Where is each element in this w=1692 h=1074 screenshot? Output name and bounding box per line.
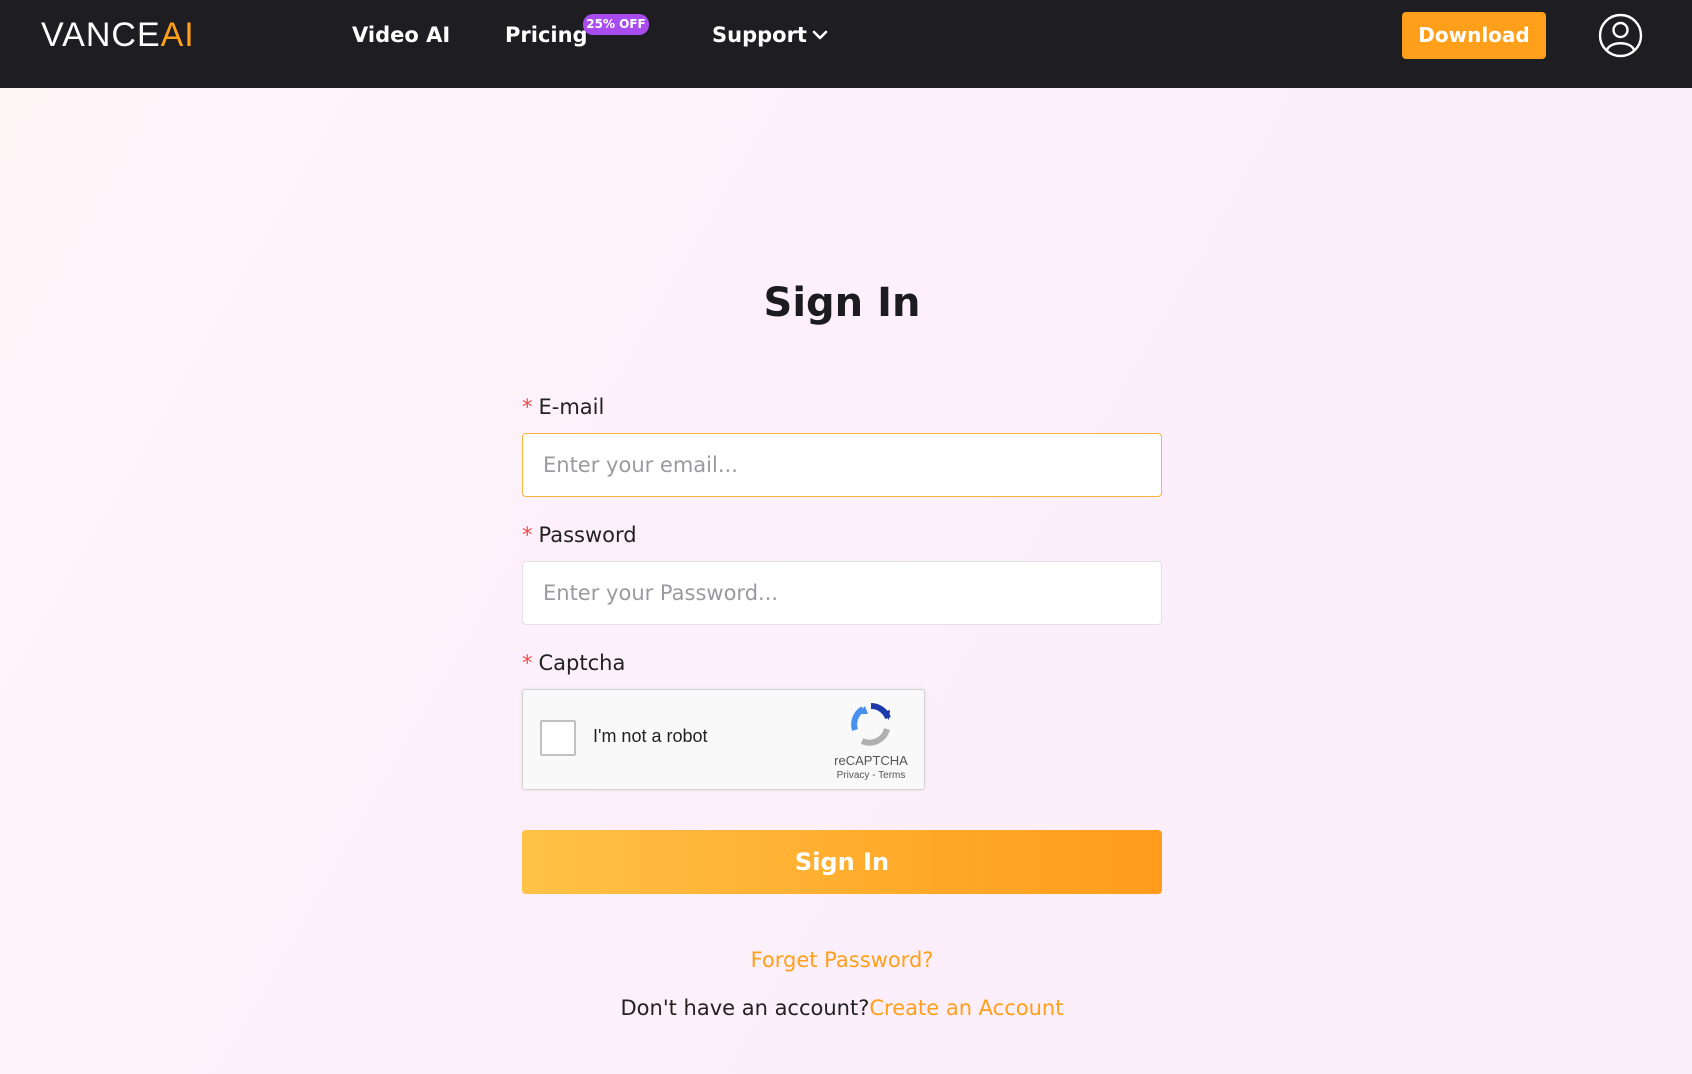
pricing-discount-badge: 25% OFF	[583, 14, 649, 35]
no-account-text: Don't have an account?	[620, 996, 870, 1020]
recaptcha-widget: I'm not a robot reCAPTCHA Privacy - Term…	[522, 689, 925, 790]
captcha-label: * Captcha	[522, 649, 625, 677]
logo-ai-text: AI	[160, 15, 195, 54]
recaptcha-links-separator: -	[869, 770, 879, 781]
forget-password-link[interactable]: Forget Password?	[0, 948, 1684, 972]
create-account-link[interactable]: Create an Account	[869, 996, 1063, 1020]
recaptcha-brand: reCAPTCHA	[834, 753, 908, 768]
chevron-down-icon[interactable]	[811, 28, 829, 42]
captcha-label-text: Captcha	[538, 651, 626, 675]
email-label-text: E-mail	[538, 395, 605, 419]
recaptcha-terms-link[interactable]: Terms	[878, 770, 905, 781]
required-mark: *	[522, 523, 533, 547]
recaptcha-logo-icon	[851, 702, 891, 746]
recaptcha-privacy-link[interactable]: Privacy	[837, 770, 870, 781]
password-label-text: Password	[538, 523, 637, 547]
nav-video-ai[interactable]: Video AI	[352, 20, 450, 50]
logo-text: VANCE	[41, 15, 161, 54]
create-account-line: Don't have an account?Create an Account	[0, 996, 1684, 1020]
recaptcha-checkbox[interactable]	[540, 720, 576, 756]
download-button[interactable]: Download	[1402, 12, 1546, 59]
vanceai-logo[interactable]: VANCE AI	[41, 15, 195, 54]
page-title: Sign In	[763, 280, 921, 326]
required-mark: *	[522, 651, 533, 675]
nav-support[interactable]: Support	[712, 20, 807, 50]
sign-in-button[interactable]: Sign In	[522, 830, 1162, 894]
user-circle-icon[interactable]	[1598, 13, 1643, 58]
email-input[interactable]	[522, 433, 1162, 497]
top-navbar: VANCE AI Video AI Pricing 25% OFF Support…	[0, 0, 1692, 88]
recaptcha-checkbox-text: I'm not a robot	[593, 726, 708, 746]
email-label: * E-mail	[522, 393, 604, 421]
nav-pricing[interactable]: Pricing	[505, 20, 588, 50]
required-mark: *	[522, 395, 533, 419]
password-input[interactable]	[522, 561, 1162, 625]
password-label: * Password	[522, 521, 637, 549]
recaptcha-links: Privacy - Terms	[823, 770, 919, 781]
